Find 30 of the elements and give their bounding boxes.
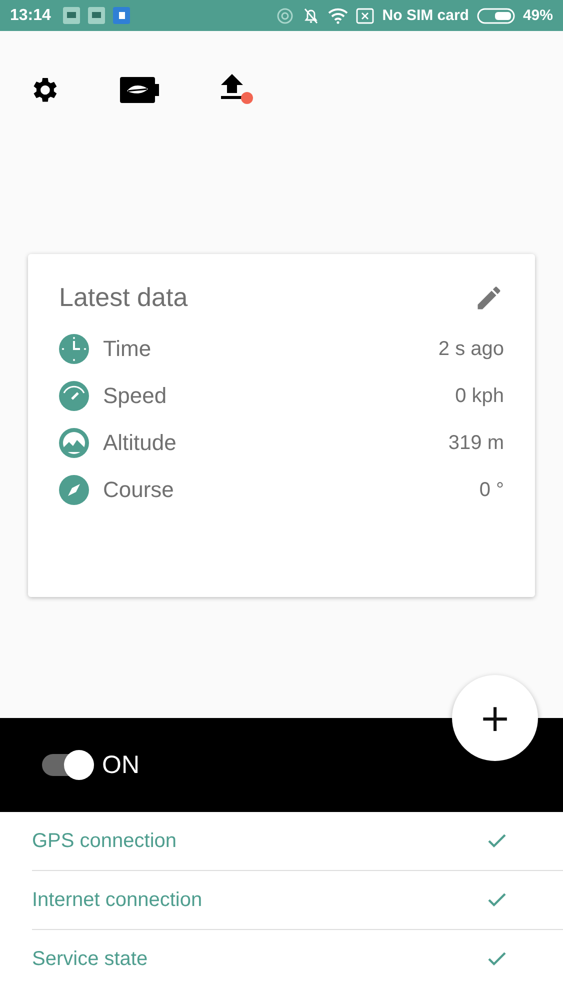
toggle-label: ON (102, 750, 140, 780)
compass-icon (59, 475, 89, 505)
clock: 13:14 (10, 6, 51, 24)
data-value: 2 s ago (438, 338, 504, 360)
data-value: 319 m (448, 432, 504, 454)
carrier-label: No SIM card (382, 7, 469, 24)
no-sim-icon (356, 8, 374, 24)
data-value: 0 ° (479, 478, 504, 502)
battery-leaf-icon[interactable] (120, 77, 160, 103)
app-icon (112, 7, 130, 24)
data-label: Time (103, 336, 152, 362)
data-value: 0 kph (455, 384, 504, 408)
hotspot-icon (276, 6, 294, 24)
upload-icon[interactable] (220, 74, 254, 106)
speedometer-icon (59, 381, 89, 411)
status-label: Internet connection (32, 888, 202, 912)
status-label: GPS connection (32, 830, 177, 852)
data-label: Course (103, 477, 175, 503)
clock-icon (59, 334, 89, 364)
wifi-icon (328, 8, 348, 24)
data-label: Speed (103, 383, 168, 409)
bell-off-icon (302, 6, 320, 24)
card-title: Latest data (59, 282, 188, 313)
app-icon (88, 7, 105, 24)
mountain-icon (59, 428, 89, 458)
app-icon (62, 7, 80, 24)
battery-percent: 49% (522, 7, 553, 24)
status-label: Service state (32, 948, 148, 970)
battery-icon (476, 8, 515, 24)
data-label: Altitude (103, 430, 178, 456)
